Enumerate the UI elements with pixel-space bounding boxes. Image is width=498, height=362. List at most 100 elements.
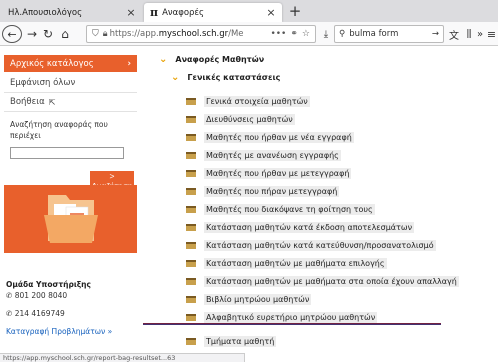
phone-icon: ✆ — [6, 291, 13, 300]
hamburger-icon: ≡ — [486, 27, 497, 41]
sidebar-item-label: Εμφάνιση όλων — [10, 78, 76, 88]
menu-button[interactable]: ≡ — [486, 25, 497, 43]
search-bar[interactable]: ⚲ bulma form → — [334, 25, 444, 43]
report-item-label: Αλφαβητικό ευρετήριο μητρώου μαθητών — [204, 311, 378, 323]
overflow-button[interactable]: » — [475, 25, 485, 43]
report-item-label: Μαθητές με ανανέωση εγγραφής — [204, 149, 341, 161]
report-item[interactable]: Κατάσταση μαθητών κατά κατεύθυνση/προσαν… — [186, 238, 436, 252]
report-item-label: Μαθητές που πήραν μετεγγραφή — [204, 185, 340, 197]
report-item-label: Διευθύνσεις μαθητών — [204, 113, 295, 125]
external-link-icon: ⇱ — [48, 97, 56, 107]
close-icon[interactable]: × — [126, 6, 136, 19]
folder-icon — [186, 133, 196, 141]
report-item[interactable]: Αλφαβητικό ευρετήριο μητρώου μαθητών — [186, 310, 378, 324]
support-phone-2: ✆ 214 4169749 — [6, 309, 65, 318]
library-icon: ⫼ — [466, 28, 472, 40]
download-button[interactable]: ⤓ — [320, 25, 332, 43]
report-item[interactable]: Κατάσταση μαθητών με μαθήματα επιλογής — [186, 256, 387, 270]
divider — [143, 323, 441, 325]
report-item[interactable]: Μαθητές που διακόψανε τη φοίτηση τους — [186, 202, 375, 216]
url-bar[interactable]: ⛉ 🔒︎ https://app.myschool.sch.gr/Me ••• … — [86, 25, 316, 43]
support-title: Ομάδα Υποστήριξης — [6, 280, 91, 289]
report-item[interactable]: Κατάσταση μαθητών κατά έκδοση αποτελεσμά… — [186, 220, 415, 234]
url-prefix: https://app. — [109, 29, 159, 39]
more-icon[interactable]: ••• — [270, 29, 286, 39]
folder-icon — [186, 277, 196, 285]
report-search-panel: Αναζήτηση αναφοράς που περιέχει > Αναζήτ… — [4, 115, 137, 191]
report-item-label: Βιβλίο μητρώου μαθητών — [204, 293, 312, 305]
sidebar-item-label: Βοήθεια — [10, 97, 45, 107]
report-item-label: Κατάσταση μαθητών κατά έκδοση αποτελεσμά… — [204, 221, 415, 233]
folder-icon — [186, 223, 196, 231]
report-item-label: Γενικά στοιχεία μαθητών — [204, 95, 310, 107]
tab-label: Αναφορές — [162, 7, 205, 18]
report-item[interactable]: Βιβλίο μητρώου μαθητών — [186, 292, 312, 306]
report-item[interactable]: Γενικά στοιχεία μαθητών — [186, 94, 310, 108]
sidebar-item-label: Αρχικός κατάλογος — [10, 58, 94, 69]
tab-strip: Ηλ.Απουσιολόγος × π Αναφορές × + — [0, 0, 498, 22]
phone-icon: ✆ — [6, 309, 13, 318]
tab-label: Ηλ.Απουσιολόγος — [8, 7, 83, 18]
back-button[interactable]: ← — [2, 25, 22, 43]
report-item-label: Κατάσταση μαθητών με μαθήματα στα οποία … — [204, 275, 459, 287]
report-item-label: Μαθητές που ήρθαν με νέα εγγραφή — [204, 131, 354, 143]
report-tree: ⌄ Αναφορές Μαθητών ⌄ Γενικές καταστάσεις… — [141, 47, 498, 353]
sidebar-item-home-catalog[interactable]: Αρχικός κατάλογος › — [4, 55, 137, 72]
pocket-icon[interactable]: ⚭ — [290, 29, 298, 39]
report-item[interactable]: Μαθητές που ήρθαν με μετεγγραφή — [186, 166, 352, 180]
report-item[interactable]: Διευθύνσεις μαθητών — [186, 112, 295, 126]
translate-button[interactable]: 文 — [447, 25, 461, 43]
bookmark-star-icon[interactable]: ☆ — [302, 29, 310, 39]
report-item-label: Κατάσταση μαθητών με μαθήματα επιλογής — [204, 257, 387, 269]
section-title: Αναφορές Μαθητών — [175, 55, 265, 64]
phone-number: 214 4169749 — [14, 309, 65, 318]
close-icon[interactable]: × — [266, 6, 276, 19]
folder-documents-icon — [4, 185, 137, 253]
report-item-label: Μαθητές που διακόψανε τη φοίτηση τους — [204, 203, 375, 215]
shield-icon[interactable]: ⛉ — [92, 29, 99, 39]
forward-button[interactable]: → — [25, 25, 39, 43]
url-domain: myschool.sch.gr — [158, 29, 229, 39]
pi-icon: π — [150, 6, 159, 19]
report-item[interactable]: Κατάσταση μαθητών με μαθήματα στα οποία … — [186, 274, 459, 288]
tab-apousiologos[interactable]: Ηλ.Απουσιολόγος × — [2, 3, 142, 22]
search-label: Αναζήτηση αναφοράς που περιέχει — [10, 120, 108, 140]
sidebar: Αρχικός κατάλογος › Εμφάνιση όλων Βοήθει… — [0, 47, 141, 353]
folder-icon — [186, 337, 196, 345]
folder-icon — [186, 169, 196, 177]
report-item[interactable]: Μαθητές με ανανέωση εγγραφής — [186, 148, 341, 162]
support-phone-1: ✆ 801 200 8040 — [6, 291, 67, 300]
chevron-down-icon: ⌄ — [159, 54, 168, 65]
download-icon: ⤓ — [323, 28, 329, 40]
sidebar-item-show-all[interactable]: Εμφάνιση όλων — [4, 74, 137, 93]
subsection-general-status[interactable]: ⌄ Γενικές καταστάσεις — [171, 72, 280, 83]
double-chevron-icon: » — [476, 28, 484, 40]
report-item-label: Κατάσταση μαθητών κατά κατεύθυνση/προσαν… — [204, 239, 436, 251]
report-item[interactable]: Μαθητές που ήρθαν με νέα εγγραφή — [186, 130, 354, 144]
home-icon: ⌂ — [61, 27, 69, 41]
report-search-input[interactable] — [10, 147, 124, 159]
report-problem-link[interactable]: Καταγραφή Προβλημάτων » — [6, 327, 112, 336]
folder-icon — [186, 151, 196, 159]
arrow-left-icon: ← — [7, 27, 17, 41]
new-tab-button[interactable]: + — [287, 2, 303, 20]
reload-button[interactable]: ↻ — [41, 25, 55, 43]
report-item[interactable]: Μαθητές που πήραν μετεγγραφή — [186, 184, 340, 198]
folder-icon — [186, 187, 196, 195]
url-text[interactable]: https://app.myschool.sch.gr/Me — [110, 29, 269, 39]
lock-icon[interactable]: 🔒︎ — [103, 29, 108, 39]
report-item-label: Μαθητές που ήρθαν με μετεγγραφή — [204, 167, 352, 179]
report-item[interactable]: Τμήματα μαθητή — [186, 334, 277, 348]
home-button[interactable]: ⌂ — [58, 25, 72, 43]
folder-icon — [186, 313, 196, 321]
navigation-bar: ← → ↻ ⌂ ⛉ 🔒︎ https://app.myschool.sch.gr… — [0, 22, 498, 46]
library-button[interactable]: ⫼ — [462, 25, 476, 43]
sidebar-item-help[interactable]: Βοήθεια ⇱ — [4, 93, 137, 112]
report-item-label: Τμήματα μαθητή — [204, 335, 277, 347]
translate-icon: 文 — [449, 30, 459, 42]
folder-icon — [186, 241, 196, 249]
go-arrow-icon[interactable]: → — [432, 29, 439, 39]
url-suffix: /Me — [228, 29, 244, 39]
section-student-reports[interactable]: ⌄ Αναφορές Μαθητών — [159, 54, 264, 65]
tab-anafores[interactable]: π Αναφορές × — [144, 3, 282, 22]
